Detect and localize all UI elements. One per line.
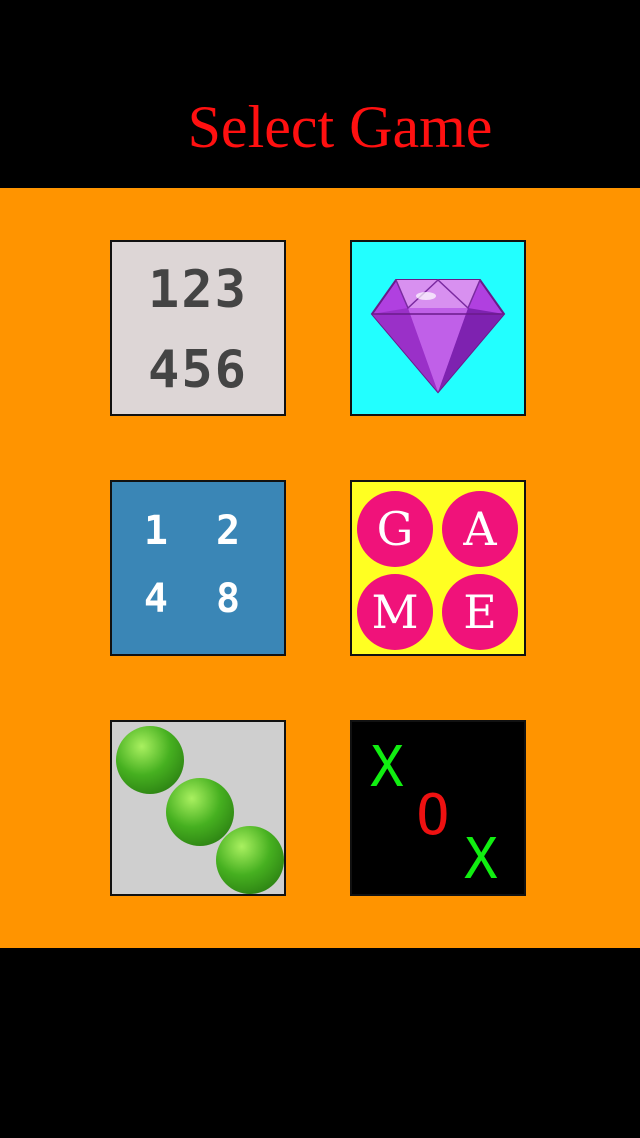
game-tile-number-puzzle[interactable]: 123 456 (110, 240, 286, 416)
green-ball-icon (166, 778, 234, 846)
digits-row-1: 123 (148, 260, 248, 320)
digits-row-2: 456 (148, 340, 248, 400)
green-ball-icon (116, 726, 184, 794)
x-mark: X (464, 827, 498, 892)
game-tile-2048[interactable]: 1 2 4 8 (110, 480, 286, 656)
header-bar: Select Game (0, 0, 640, 188)
green-ball-icon (216, 826, 284, 894)
letter-circle-e: E (442, 574, 518, 650)
letter-circle-a: A (442, 491, 518, 567)
game-grid-panel (0, 188, 640, 948)
game-tile-word-game[interactable]: G A M E (350, 480, 526, 656)
game-tile-tic-tac-toe[interactable]: X O X (350, 720, 526, 896)
powers-row-2: 4 8 (143, 576, 253, 622)
footer-bar (0, 948, 640, 1138)
page-title: Select Game (187, 94, 493, 160)
game-tile-jewel[interactable] (350, 240, 526, 416)
letter-circle-g: G (357, 491, 433, 567)
x-mark: X (370, 735, 404, 800)
powers-row-1: 1 2 (143, 508, 253, 554)
game-tile-balls[interactable] (110, 720, 286, 896)
letter-circle-m: M (357, 574, 433, 650)
o-mark: O (416, 783, 450, 848)
gem-icon (370, 278, 506, 394)
